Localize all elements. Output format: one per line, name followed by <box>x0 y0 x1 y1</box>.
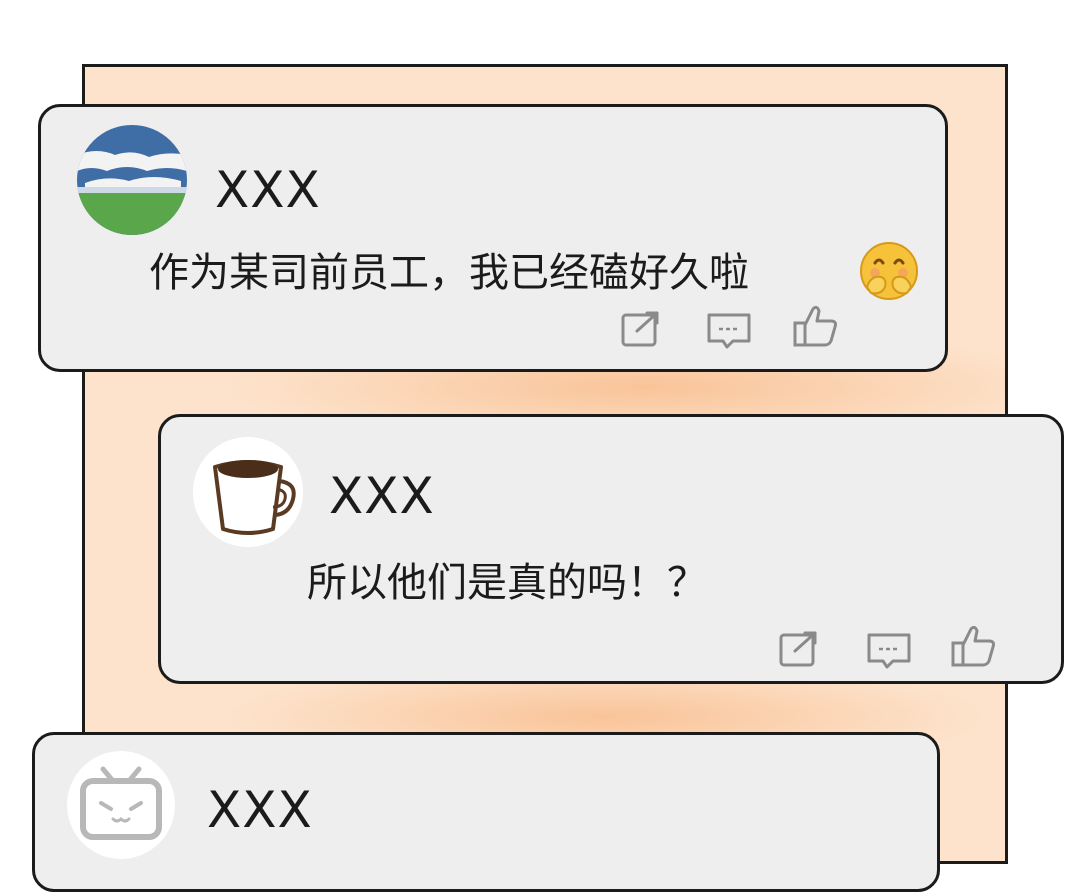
comment-username[interactable]: XXX <box>207 785 313 835</box>
comment-text: 作为某司前员工，我已经磕好久啦 <box>149 250 749 296</box>
comment-card-2: XXX 所以他们是真的吗！？ <box>158 414 1064 684</box>
hugging-face-emoji-icon <box>857 239 921 307</box>
share-icon[interactable] <box>619 309 663 349</box>
avatar-bilibili-tv-icon[interactable] <box>67 751 175 859</box>
thumbs-up-icon[interactable] <box>949 623 997 669</box>
thumbs-up-icon[interactable] <box>791 303 839 349</box>
avatar-landscape-icon[interactable] <box>77 125 187 235</box>
share-icon[interactable] <box>777 629 821 669</box>
comment-card-3: XXX <box>32 732 940 892</box>
comment-username[interactable]: XXX <box>215 165 321 215</box>
comment-icon[interactable] <box>705 311 753 353</box>
comment-icon[interactable] <box>865 631 913 673</box>
reply-username[interactable]: XXX <box>329 471 435 521</box>
avatar-coffee-mug-icon[interactable] <box>193 437 303 547</box>
reply-text: 所以他们是真的吗！？ <box>307 560 707 606</box>
comment-card-1: XXX 作为某司前员工，我已经磕好久啦 <box>38 104 948 372</box>
